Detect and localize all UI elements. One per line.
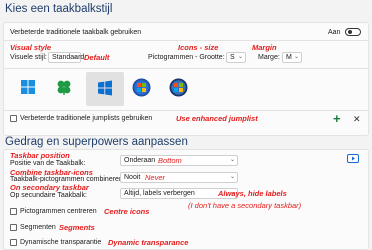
windows11-style-icon[interactable] (20, 79, 36, 95)
divider (4, 40, 368, 41)
visual-style-label: Visuele stijl: (10, 54, 47, 61)
visual-style-select[interactable]: Standaard ⌄ (48, 52, 85, 63)
center-icons-label: Pictogrammen centreren (20, 208, 97, 215)
windows7-style-icon[interactable] (132, 78, 151, 97)
transparency-label: Dynamische transparantie (20, 239, 102, 246)
icon-size-label: Pictogrammen - Grootte: (148, 54, 225, 61)
note-bottom: Bottom (158, 156, 182, 165)
combine-value: Nooit (124, 174, 141, 181)
margin-value: M (286, 54, 292, 61)
enhanced-taskbar-toggle[interactable] (345, 28, 361, 36)
note-centre-icons: Centre icons (104, 207, 150, 216)
chevron-down-icon: ⌄ (293, 54, 299, 60)
combine-label: Taakbalk-pictogrammen combineren: (10, 176, 125, 183)
note-margin: Margin (252, 43, 277, 52)
segments-label: Segmenten (20, 224, 56, 231)
divider (4, 110, 368, 111)
combine-select[interactable]: Nooit ⌄ (120, 172, 238, 183)
divider (4, 68, 368, 69)
enhanced-taskbar-state: Aan (328, 29, 341, 36)
chevron-down-icon: ⌄ (229, 174, 235, 180)
icon-size-select[interactable]: S ⌄ (226, 52, 246, 63)
note-taskbar-position: Taskbar position (10, 151, 70, 160)
margin-select[interactable]: M ⌄ (282, 52, 302, 63)
preview-icon[interactable] (347, 154, 359, 163)
note-visual-style: Visual style (10, 43, 51, 52)
margin-label: Marge: (258, 54, 280, 61)
close-icon[interactable]: ✕ (353, 114, 361, 125)
clover-style-icon[interactable] (56, 79, 72, 95)
secondary-label: Op secundaire Taakbalk: (10, 192, 87, 199)
vista-style-icon[interactable] (169, 78, 188, 97)
visual-style-value: Standaard (52, 54, 85, 61)
jumplist-checkbox[interactable] (10, 115, 17, 122)
add-icon[interactable]: + (333, 111, 341, 126)
note-always-hide-labels: Always, hide labels (218, 189, 287, 198)
note-never: Never (145, 173, 166, 182)
chevron-down-icon: ⌄ (229, 157, 235, 163)
segments-checkbox[interactable] (10, 224, 17, 231)
chevron-down-icon: ⌄ (72, 54, 78, 60)
section-title-taskbar-style: Kies een taakbalkstijl (5, 3, 113, 15)
note-no-secondary: (I don't have a secondary taskbar) (188, 201, 302, 210)
windows10-style-icon[interactable] (97, 80, 113, 96)
position-value: Onderaan (124, 157, 156, 164)
icon-size-value: S (230, 54, 235, 61)
transparency-checkbox[interactable] (10, 239, 17, 246)
note-jumplist: Use enhanced jumplist (176, 114, 258, 123)
enhanced-taskbar-label: Verbeterde traditionele taakbalk gebruik… (10, 29, 142, 36)
chevron-down-icon: ⌄ (237, 54, 243, 60)
note-segments: Segments (59, 223, 95, 232)
section-title-behavior: Gedrag en superpowers aanpassen (5, 136, 188, 148)
secondary-value: Altijd, labels verbergen (124, 190, 195, 197)
note-default: Default (84, 53, 110, 62)
note-secondary-taskbar: On secondary taskbar (10, 183, 89, 192)
note-icons-size: Icons - size (178, 43, 219, 52)
position-label: Positie van de Taakbalk: (10, 160, 86, 167)
note-dynamic-transparance: Dynamic transparance (108, 238, 189, 247)
jumplist-label: Verbeterde traditionele jumplists gebrui… (20, 115, 153, 122)
center-icons-checkbox[interactable] (10, 208, 17, 215)
